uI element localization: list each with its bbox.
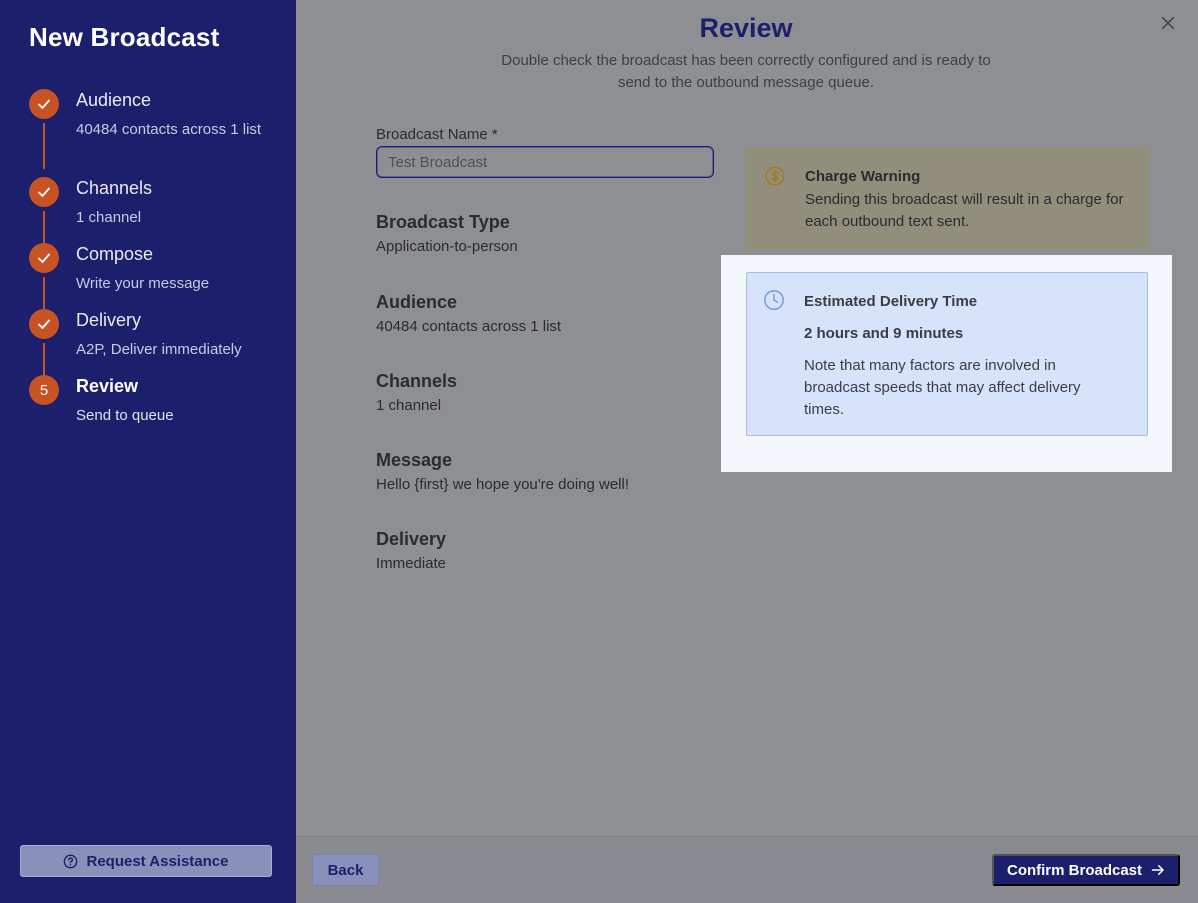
- summary-heading: Channels: [376, 371, 458, 391]
- step-label: Audience: [76, 90, 152, 110]
- broadcast-name-label: Broadcast Name *: [376, 126, 498, 143]
- broadcast-name-input[interactable]: [376, 146, 714, 178]
- check-icon: [29, 89, 59, 119]
- charge-warning-title: Charge Warning: [805, 168, 921, 185]
- check-icon: [29, 243, 59, 273]
- estimated-delivery-time: 2 hours and 9 minutes: [804, 325, 964, 342]
- summary-broadcast-type: Broadcast Type Application-to-person: [376, 212, 756, 255]
- step-label: Review: [76, 376, 139, 396]
- step-connector: [43, 211, 45, 243]
- step-number: 5: [29, 375, 59, 405]
- estimated-delivery-title: Estimated Delivery Time: [804, 293, 978, 310]
- summary-heading: Broadcast Type: [376, 212, 510, 232]
- summary-heading: Audience: [376, 292, 458, 312]
- check-icon: [29, 177, 59, 207]
- page-title: Review: [699, 13, 793, 43]
- summary-value: Immediate: [376, 555, 447, 572]
- step-label: Delivery: [76, 310, 142, 330]
- step-subtitle: A2P, Deliver immediately: [76, 341, 242, 358]
- step-connector: [43, 343, 45, 375]
- wizard-sidebar: New Broadcast Audience 40484 contacts ac…: [0, 0, 296, 903]
- summary-heading: Message: [376, 450, 453, 470]
- arrow-right-icon: [1151, 865, 1164, 875]
- summary-delivery: Delivery Immediate: [376, 529, 756, 572]
- broadcast-wizard: New Broadcast Audience 40484 contacts ac…: [0, 0, 1198, 903]
- estimated-delivery-note: Note that many factors are involved in b…: [804, 357, 1081, 418]
- confirm-broadcast-button[interactable]: Confirm Broadcast: [992, 854, 1180, 886]
- step-connector: [43, 277, 45, 309]
- step-subtitle: 40484 contacts across 1 list: [76, 121, 262, 138]
- summary-heading: Delivery: [376, 529, 447, 549]
- step-label: Channels: [76, 178, 153, 198]
- sidebar-title: New Broadcast: [29, 22, 220, 52]
- request-assistance-label: Request Assistance: [86, 852, 229, 870]
- step-label: Compose: [76, 244, 154, 264]
- back-button[interactable]: Back: [312, 854, 379, 886]
- summary-channels: Channels 1 channel: [376, 371, 756, 414]
- summary-value: 40484 contacts across 1 list: [376, 318, 562, 335]
- charge-warning-text: Sending this broadcast will result in a …: [805, 191, 1124, 230]
- dollar-circle-icon: [765, 166, 785, 186]
- wizard-footer: Back Confirm Broadcast: [296, 836, 1198, 903]
- close-icon[interactable]: [1160, 15, 1176, 31]
- summary-value: Hello {first} we hope you're doing well!: [376, 476, 630, 493]
- request-assistance-button[interactable]: Request Assistance: [20, 845, 272, 877]
- step-subtitle: Send to queue: [76, 407, 174, 424]
- step-subtitle: Write your message: [76, 275, 210, 292]
- summary-audience: Audience 40484 contacts across 1 list: [376, 292, 756, 335]
- confirm-broadcast-label: Confirm Broadcast: [1006, 861, 1143, 879]
- summary-value: 1 channel: [376, 397, 442, 414]
- help-circle-icon: [64, 854, 78, 868]
- page-subtitle: Double check the broadcast has been corr…: [501, 52, 991, 91]
- charge-warning-box: Charge Warning Sending this broadcast wi…: [746, 148, 1148, 248]
- step-connector: [43, 123, 45, 169]
- step-subtitle: 1 channel: [76, 209, 142, 226]
- check-icon: [29, 309, 59, 339]
- estimated-delivery-box: Estimated Delivery Time 2 hours and 9 mi…: [746, 272, 1148, 436]
- summary-value: Application-to-person: [376, 238, 518, 255]
- summary-message: Message Hello {first} we hope you're doi…: [376, 450, 756, 493]
- clock-icon: [764, 290, 784, 310]
